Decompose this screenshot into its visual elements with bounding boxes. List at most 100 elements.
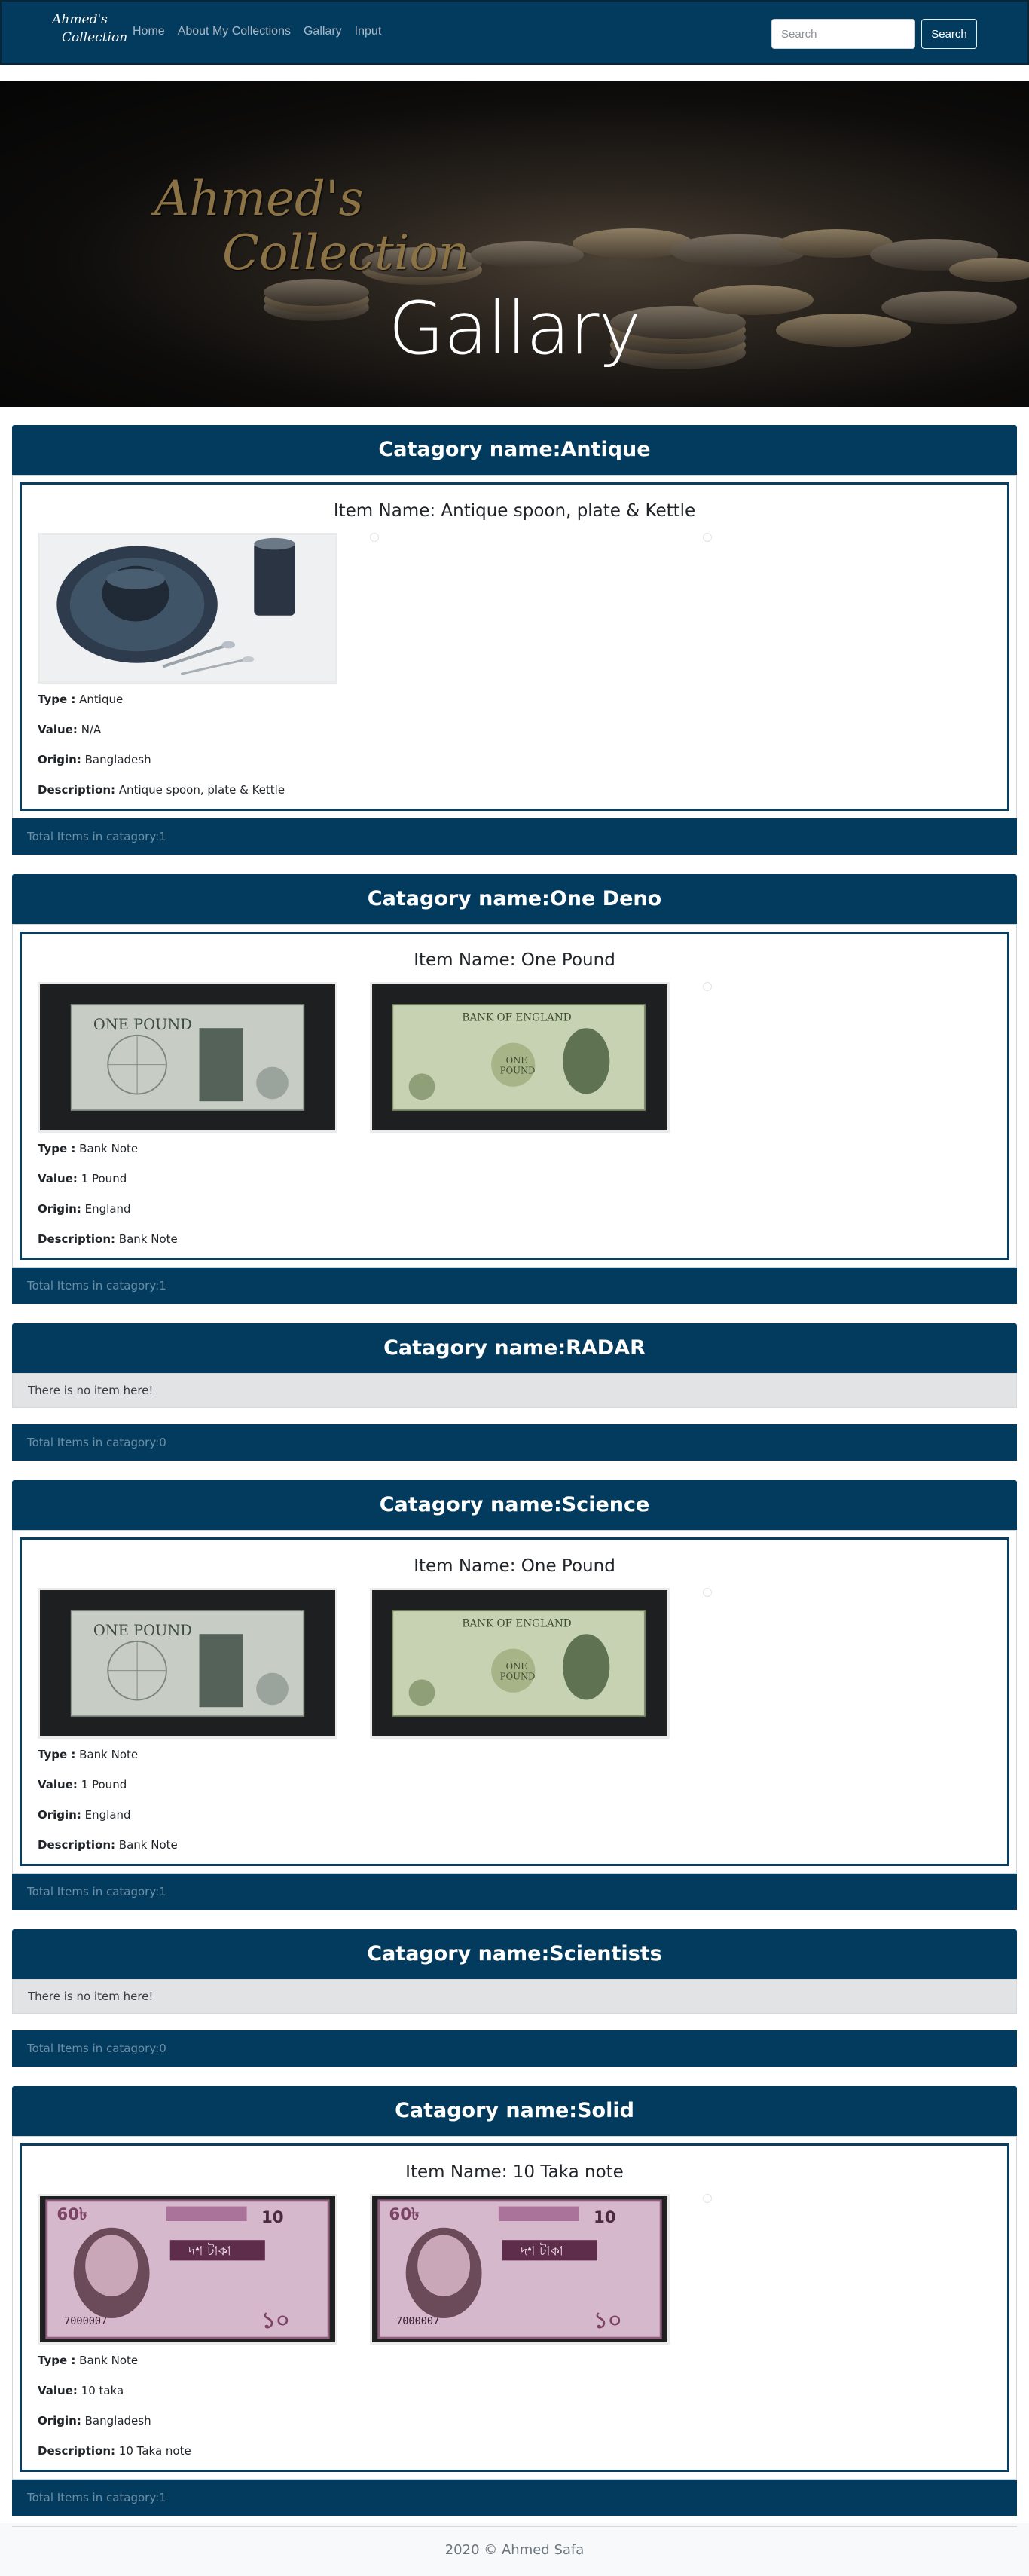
page-footer: 2020 © Ahmed Safa xyxy=(0,2523,1029,2576)
image-placeholder xyxy=(703,982,712,991)
type-label: Type : xyxy=(38,2354,76,2367)
item-details: Type : Bank Note Value: 1 Pound Origin: … xyxy=(38,1748,178,1868)
svg-text:১০: ১০ xyxy=(261,2308,290,2333)
category-footer: Total Items in catagory:1 xyxy=(12,1874,1017,1910)
brand-logo[interactable]: Ahmed's Collection xyxy=(51,11,127,59)
svg-text:10: 10 xyxy=(594,2208,616,2227)
origin-label: Origin: xyxy=(38,1808,81,1822)
item-details: Type : Antique Value: N/A Origin: Bangla… xyxy=(38,693,285,813)
item-image[interactable]: 60৳ 10 দশ টাকা 7000007 ১০ xyxy=(38,2194,337,2345)
nav-link-gallary[interactable]: Gallary xyxy=(304,25,342,38)
footer-divider xyxy=(12,2526,1017,2527)
item-title: Item Name: Antique spoon, plate & Kettle xyxy=(333,501,696,521)
svg-text:BANK OF ENGLAND: BANK OF ENGLAND xyxy=(462,1618,571,1630)
origin-label: Origin: xyxy=(38,2414,81,2428)
search-button[interactable]: Search xyxy=(921,19,977,49)
category-footer: Total Items in catagory:0 xyxy=(12,2030,1017,2067)
item-origin: Origin: Bangladesh xyxy=(38,753,285,783)
item-card: Item Name: One Pound ONE POUND BANK OF E… xyxy=(20,1537,1009,1866)
value-value: N/A xyxy=(81,723,102,736)
svg-text:ONE: ONE xyxy=(506,1055,527,1066)
empty-category-message: There is no item here! xyxy=(12,1979,1017,2014)
nav-link-home[interactable]: Home xyxy=(133,25,165,38)
value-label: Value: xyxy=(38,723,78,736)
item-card: Item Name: Antique spoon, plate & Kettle… xyxy=(20,482,1009,811)
item-origin: Origin: England xyxy=(38,1808,178,1838)
type-value: Antique xyxy=(79,693,124,706)
one-pound-front: BANK OF ENGLAND ONE POUND xyxy=(374,984,666,1130)
svg-text:7000007: 7000007 xyxy=(396,2315,439,2327)
item-image[interactable]: 60৳ 10 দশ টাকা 7000007 ১০ xyxy=(370,2194,670,2345)
origin-value: England xyxy=(84,1808,131,1822)
description-label: Description: xyxy=(38,2444,116,2458)
item-type: Type : Antique xyxy=(38,693,285,723)
category-footer: Total Items in catagory:1 xyxy=(12,2480,1017,2516)
category-header: Catagory name:Antique xyxy=(12,425,1017,475)
item-card: Item Name: 10 Taka note 60৳ 10 দশ টাকা 7… xyxy=(20,2143,1009,2472)
origin-label: Origin: xyxy=(38,1202,81,1216)
category-footer: Total Items in catagory:1 xyxy=(12,1268,1017,1304)
one-pound-back: ONE POUND xyxy=(41,1590,334,1736)
brand-line1: Ahmed's xyxy=(52,12,108,27)
type-label: Type : xyxy=(38,1748,76,1761)
item-origin: Origin: England xyxy=(38,1202,178,1232)
category-header: Catagory name:Science xyxy=(12,1480,1017,1530)
hero-logo-line2: Collection xyxy=(222,225,470,281)
category-header: Catagory name:Scientists xyxy=(12,1929,1017,1979)
item-title: Item Name: One Pound xyxy=(414,950,615,970)
empty-category-message: There is no item here! xyxy=(12,1373,1017,1408)
value-value: 10 taka xyxy=(81,2384,124,2397)
item-description: Description: 10 Taka note xyxy=(38,2444,191,2474)
description-value: 10 Taka note xyxy=(118,2444,191,2458)
search-input[interactable] xyxy=(771,19,915,49)
category-body: Item Name: One Pound ONE POUND BANK OF E… xyxy=(12,924,1017,1268)
item-image[interactable] xyxy=(38,533,337,684)
item-value: Value: 1 Pound xyxy=(38,1172,178,1202)
ten-taka-front: 60৳ 10 দশ টাকা 7000007 ১০ xyxy=(41,2196,334,2342)
description-value: Bank Note xyxy=(118,1838,178,1852)
item-image[interactable]: BANK OF ENGLAND ONE POUND xyxy=(370,1588,670,1739)
origin-value: Bangladesh xyxy=(84,2414,151,2428)
description-value: Bank Note xyxy=(118,1232,178,1246)
svg-text:POUND: POUND xyxy=(500,1671,536,1681)
copyright-text: 2020 © Ahmed Safa xyxy=(444,2542,585,2558)
svg-text:POUND: POUND xyxy=(500,1065,536,1075)
category-header: Catagory name:One Deno xyxy=(12,874,1017,924)
item-description: Description: Bank Note xyxy=(38,1838,178,1868)
one-pound-front: BANK OF ENGLAND ONE POUND xyxy=(374,1590,666,1736)
origin-value: Bangladesh xyxy=(84,753,151,766)
value-value: 1 Pound xyxy=(81,1172,127,1186)
item-image[interactable]: ONE POUND xyxy=(38,982,337,1133)
svg-text:দশ টাকা: দশ টাকা xyxy=(520,2244,564,2259)
ten-taka-front: 60৳ 10 দশ টাকা 7000007 ১০ xyxy=(374,2196,666,2342)
item-description: Description: Bank Note xyxy=(38,1232,178,1262)
image-placeholder xyxy=(703,2194,712,2203)
nav-links: Home About My Collections Gallary Input xyxy=(133,25,394,38)
category-header: Catagory name:RADAR xyxy=(12,1323,1017,1373)
category-body: Item Name: 10 Taka note 60৳ 10 দশ টাকা 7… xyxy=(12,2136,1017,2480)
hero-logo-line1: Ahmed's xyxy=(154,171,364,227)
svg-text:১০: ১০ xyxy=(594,2308,622,2333)
svg-text:BANK OF ENGLAND: BANK OF ENGLAND xyxy=(462,1012,571,1024)
origin-value: England xyxy=(84,1202,131,1216)
item-type: Type : Bank Note xyxy=(38,1142,178,1172)
nav-link-input[interactable]: Input xyxy=(355,25,382,38)
item-type: Type : Bank Note xyxy=(38,2354,191,2384)
category-footer: Total Items in catagory:1 xyxy=(12,818,1017,855)
image-placeholder xyxy=(703,1588,712,1597)
item-details: Type : Bank Note Value: 1 Pound Origin: … xyxy=(38,1142,178,1262)
item-image[interactable]: BANK OF ENGLAND ONE POUND xyxy=(370,982,670,1133)
svg-text:ONE POUND: ONE POUND xyxy=(93,1016,192,1033)
type-value: Bank Note xyxy=(79,2354,139,2367)
type-label: Type : xyxy=(38,693,76,706)
image-placeholder xyxy=(703,533,712,542)
item-image[interactable]: ONE POUND xyxy=(38,1588,337,1739)
nav-link-about[interactable]: About My Collections xyxy=(178,25,291,38)
type-value: Bank Note xyxy=(79,1142,139,1155)
type-value: Bank Note xyxy=(79,1748,139,1761)
category-body: Item Name: Antique spoon, plate & Kettle… xyxy=(12,475,1017,818)
antique-photo xyxy=(41,535,334,681)
item-title: Item Name: One Pound xyxy=(414,1556,615,1576)
category-footer: Total Items in catagory:0 xyxy=(12,1424,1017,1461)
description-label: Description: xyxy=(38,1232,116,1246)
